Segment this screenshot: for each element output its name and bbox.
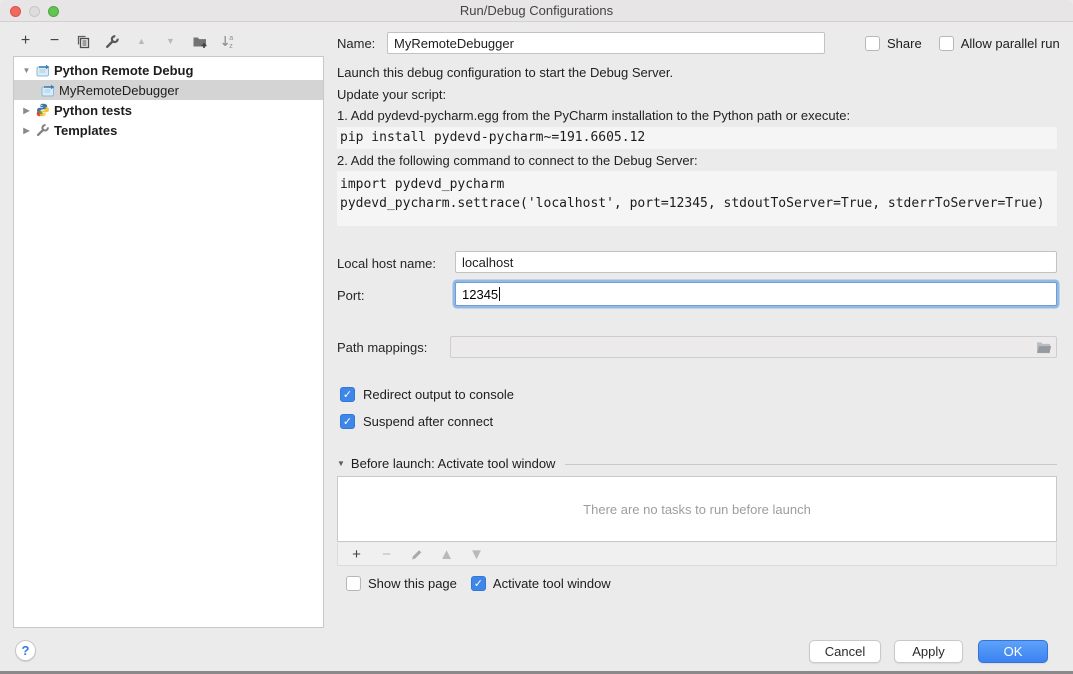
local-host-name-label: Local host name: bbox=[337, 256, 436, 271]
path-mappings-label: Path mappings: bbox=[337, 340, 427, 355]
window-title: Run/Debug Configurations bbox=[0, 3, 1073, 18]
svg-text:z: z bbox=[229, 43, 233, 49]
tree-item-python-remote-debug[interactable]: ▼ Python Remote Debug bbox=[14, 60, 323, 80]
add-configuration-icon[interactable]: + bbox=[17, 33, 34, 50]
redirect-output-checkbox[interactable] bbox=[340, 387, 355, 402]
port-label: Port: bbox=[337, 288, 364, 303]
move-up-icon: ▲ bbox=[133, 33, 150, 50]
tree-item-myremotedebugger[interactable]: MyRemoteDebugger bbox=[14, 80, 323, 100]
help-button[interactable]: ? bbox=[15, 640, 36, 661]
before-launch-header[interactable]: ▼ Before launch: Activate tool window bbox=[337, 456, 1057, 471]
move-task-up-icon: ▲ bbox=[438, 546, 455, 563]
cancel-button[interactable]: Cancel bbox=[809, 640, 881, 663]
expand-collapsed-icon[interactable]: ▶ bbox=[21, 126, 32, 135]
page-options-row: Show this page Activate tool window bbox=[337, 576, 611, 591]
sort-alphabetically-icon[interactable]: a z bbox=[220, 33, 237, 50]
redirect-output-row: Redirect output to console bbox=[340, 387, 514, 402]
local-host-name-input[interactable] bbox=[455, 251, 1057, 273]
python-tests-icon bbox=[36, 103, 50, 117]
show-this-page-label: Show this page bbox=[368, 576, 457, 591]
edit-task-icon bbox=[408, 546, 425, 563]
tree-item-label: Python tests bbox=[54, 103, 132, 118]
move-down-icon: ▼ bbox=[162, 33, 179, 50]
add-task-icon[interactable]: + bbox=[348, 546, 365, 563]
port-input[interactable] bbox=[455, 282, 1057, 306]
redirect-output-label: Redirect output to console bbox=[363, 387, 514, 402]
tree-item-python-tests[interactable]: ▶ Python tests bbox=[14, 100, 323, 120]
before-launch-toolbar: + − ▲ ▼ bbox=[337, 543, 1057, 566]
copy-configuration-icon[interactable] bbox=[75, 33, 92, 50]
tree-item-label: MyRemoteDebugger bbox=[59, 83, 179, 98]
port-field-wrapper bbox=[455, 282, 1057, 306]
suspend-after-connect-label: Suspend after connect bbox=[363, 414, 493, 429]
description-line-1: Launch this debug configuration to start… bbox=[337, 65, 673, 80]
expand-open-icon[interactable]: ▼ bbox=[21, 66, 32, 75]
configurations-tree: ▼ Python Remote Debug MyRe bbox=[13, 56, 324, 628]
suspend-after-connect-checkbox[interactable] bbox=[340, 414, 355, 429]
activate-tool-window-label: Activate tool window bbox=[493, 576, 611, 591]
remote-debug-config-icon bbox=[41, 83, 55, 97]
settrace-code-block: import pydevd_pycharm pydevd_pycharm.set… bbox=[337, 171, 1057, 226]
path-mappings-input[interactable] bbox=[450, 336, 1057, 358]
name-label: Name: bbox=[337, 36, 387, 51]
svg-text:a: a bbox=[229, 35, 233, 42]
name-input[interactable] bbox=[387, 32, 825, 54]
tree-item-label: Templates bbox=[54, 123, 117, 138]
share-checkbox[interactable] bbox=[865, 36, 880, 51]
tree-item-templates[interactable]: ▶ Templates bbox=[14, 120, 323, 140]
title-bar: Run/Debug Configurations bbox=[0, 0, 1073, 22]
remote-debug-config-icon bbox=[36, 63, 50, 77]
step-2-text: 2. Add the following command to connect … bbox=[337, 153, 698, 168]
show-this-page-checkbox[interactable] bbox=[346, 576, 361, 591]
before-launch-title: Before launch: Activate tool window bbox=[351, 456, 556, 471]
move-task-down-icon: ▼ bbox=[468, 546, 485, 563]
remove-task-icon: − bbox=[378, 546, 395, 563]
apply-button[interactable]: Apply bbox=[894, 640, 963, 663]
run-debug-configurations-dialog: Run/Debug Configurations + − ▲ ▼ bbox=[0, 0, 1073, 674]
configurations-toolbar: + − ▲ ▼ a z bbox=[17, 31, 237, 51]
before-launch-task-list[interactable]: There are no tasks to run before launch bbox=[337, 476, 1057, 542]
code-line-import: import pydevd_pycharm bbox=[340, 175, 1057, 194]
name-row: Name: Share Allow parallel run bbox=[337, 31, 1068, 55]
allow-parallel-run-checkbox[interactable] bbox=[939, 36, 954, 51]
new-folder-icon[interactable] bbox=[191, 33, 208, 50]
suspend-after-connect-row: Suspend after connect bbox=[340, 414, 493, 429]
share-label: Share bbox=[887, 36, 922, 51]
empty-tasks-text: There are no tasks to run before launch bbox=[583, 502, 811, 517]
expand-collapsed-icon[interactable]: ▶ bbox=[21, 106, 32, 115]
edit-defaults-wrench-icon[interactable] bbox=[104, 33, 121, 50]
activate-tool-window-checkbox[interactable] bbox=[471, 576, 486, 591]
collapse-arrow-icon[interactable]: ▼ bbox=[337, 459, 345, 468]
text-caret bbox=[499, 287, 500, 301]
tree-item-label: Python Remote Debug bbox=[54, 63, 193, 78]
allow-parallel-run-label: Allow parallel run bbox=[961, 36, 1060, 51]
templates-wrench-icon bbox=[36, 123, 50, 137]
description-line-2: Update your script: bbox=[337, 87, 446, 102]
step-1-text: 1. Add pydevd-pycharm.egg from the PyCha… bbox=[337, 108, 850, 123]
ok-button[interactable]: OK bbox=[978, 640, 1048, 663]
code-line-settrace: pydevd_pycharm.settrace('localhost', por… bbox=[340, 194, 1057, 213]
browse-folder-icon[interactable] bbox=[1033, 340, 1053, 355]
separator-line bbox=[565, 464, 1057, 465]
remove-configuration-icon[interactable]: − bbox=[46, 33, 63, 50]
pip-install-command: pip install pydevd-pycharm~=191.6605.12 bbox=[337, 127, 1057, 149]
